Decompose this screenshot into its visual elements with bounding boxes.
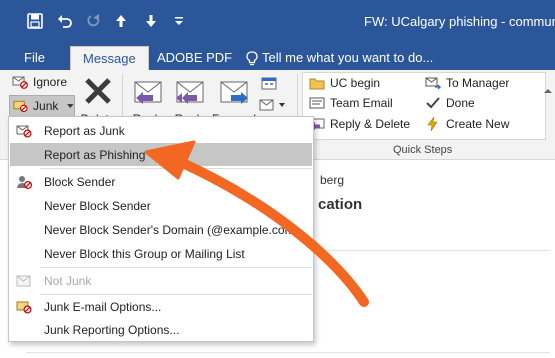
checkmark-icon — [426, 97, 440, 109]
quick-steps-scroll-icon[interactable] — [541, 80, 555, 102]
ignore-label: Ignore — [33, 75, 68, 89]
menu-item-never-block-domain[interactable]: Never Block Sender's Domain (@example.co… — [10, 218, 312, 241]
forward-button[interactable]: Forward — [212, 74, 256, 126]
block-sender-icon — [16, 174, 32, 190]
tab-message[interactable]: Message — [70, 46, 149, 70]
subject-fragment: cation — [318, 196, 363, 213]
quick-step-to-manager[interactable]: To Manager — [425, 76, 509, 90]
quick-step-done[interactable]: Done — [425, 96, 475, 110]
junk-dropdown-menu: Report as Junk Report as Phishing Block … — [8, 116, 314, 342]
menu-separator — [40, 267, 312, 268]
chevron-down-icon — [67, 103, 74, 108]
window-title: FW: UCalgary phishing - commun — [364, 14, 555, 29]
menu-item-label: Junk E-mail Options... — [44, 299, 162, 314]
quick-step-reply-delete[interactable]: Reply & Delete — [309, 117, 410, 131]
quick-step-label: UC begin — [330, 76, 381, 90]
quick-step-uc-begin[interactable]: UC begin — [309, 76, 380, 90]
redo-icon — [82, 10, 104, 32]
arrow-up-icon[interactable] — [110, 10, 132, 32]
menu-item-report-as-junk[interactable]: Report as Junk — [10, 119, 312, 142]
junk-options-icon — [16, 299, 32, 315]
menu-item-block-sender[interactable]: Block Sender — [10, 170, 312, 193]
junk-icon — [13, 100, 28, 113]
save-icon[interactable] — [24, 10, 46, 32]
reply-button[interactable]: Reply — [128, 74, 168, 126]
undo-icon[interactable] — [54, 10, 76, 32]
team-email-icon — [309, 97, 325, 109]
menu-item-junk-email-options[interactable]: Junk E-mail Options... — [10, 295, 312, 318]
body-divider — [26, 352, 550, 353]
menu-item-label: Junk Reporting Options... — [44, 322, 180, 337]
ignore-button[interactable]: Ignore — [12, 75, 67, 89]
reply-all-icon — [176, 81, 204, 104]
quick-step-label: Done — [446, 96, 475, 110]
to-manager-icon — [425, 77, 441, 90]
title-bar: FW: UCalgary phishing - commun — [0, 0, 555, 42]
tell-me-search[interactable]: Tell me what you want to do... — [246, 46, 433, 70]
tell-me-text: Tell me what you want to do... — [262, 50, 434, 65]
meeting-reply-icon[interactable] — [258, 72, 280, 94]
quick-steps-group-label: Quick Steps — [393, 144, 453, 156]
menu-item-report-as-phishing[interactable]: Report as Phishing — [10, 143, 312, 166]
ignore-icon — [12, 76, 28, 89]
quick-step-create-new[interactable]: Create New — [425, 117, 509, 131]
quick-step-label: Reply & Delete — [330, 117, 411, 131]
menu-item-label: Block Sender — [44, 174, 116, 189]
reply-icon — [134, 81, 162, 104]
delete-x-icon — [85, 78, 111, 104]
menu-item-label: Report as Junk — [44, 123, 125, 138]
menu-item-never-block-sender[interactable]: Never Block Sender — [10, 194, 312, 217]
tab-adobe-pdf[interactable]: ADOBE PDF — [157, 46, 232, 70]
junk-dropdown-button[interactable]: Junk — [9, 95, 75, 117]
quick-step-label: Team Email — [330, 96, 393, 110]
delete-button[interactable]: Delete — [78, 74, 118, 126]
more-respond-icon[interactable] — [258, 94, 288, 116]
menu-item-never-block-group[interactable]: Never Block this Group or Mailing List — [10, 242, 312, 265]
reply-all-button[interactable]: Reply — [170, 74, 210, 126]
menu-separator — [40, 168, 312, 169]
menu-item-label: Never Block Sender's Domain (@example.co… — [44, 222, 299, 237]
not-junk-icon — [16, 273, 32, 289]
quick-step-team-email[interactable]: Team Email — [309, 96, 393, 110]
menu-item-not-junk: Not Junk — [10, 269, 312, 292]
junk-label: Junk — [33, 99, 59, 113]
lightning-icon — [427, 117, 438, 131]
menu-item-label: Never Block this Group or Mailing List — [44, 246, 245, 261]
menu-item-label: Never Block Sender — [44, 198, 151, 213]
menu-item-junk-reporting-options[interactable]: Junk Reporting Options... — [10, 318, 312, 341]
quick-steps-gallery: UC begin Team Email Reply & Delete To Ma… — [302, 72, 546, 140]
forward-icon — [220, 81, 248, 104]
menu-item-label: Report as Phishing — [44, 147, 146, 162]
customize-qat-icon[interactable] — [168, 10, 190, 32]
quick-step-label: Create New — [446, 117, 510, 131]
report-junk-icon — [16, 123, 32, 139]
folder-icon — [309, 78, 325, 90]
header-divider — [318, 250, 550, 251]
lightbulb-icon — [246, 50, 258, 65]
ribbon-tabs: File Message ADOBE PDF Tell me what you … — [0, 42, 555, 70]
arrow-down-icon[interactable] — [140, 10, 162, 32]
menu-item-label: Not Junk — [44, 273, 92, 288]
quick-step-label: To Manager — [446, 76, 510, 90]
tab-file[interactable]: File — [24, 46, 45, 70]
sender-name-fragment: berg — [320, 173, 345, 187]
